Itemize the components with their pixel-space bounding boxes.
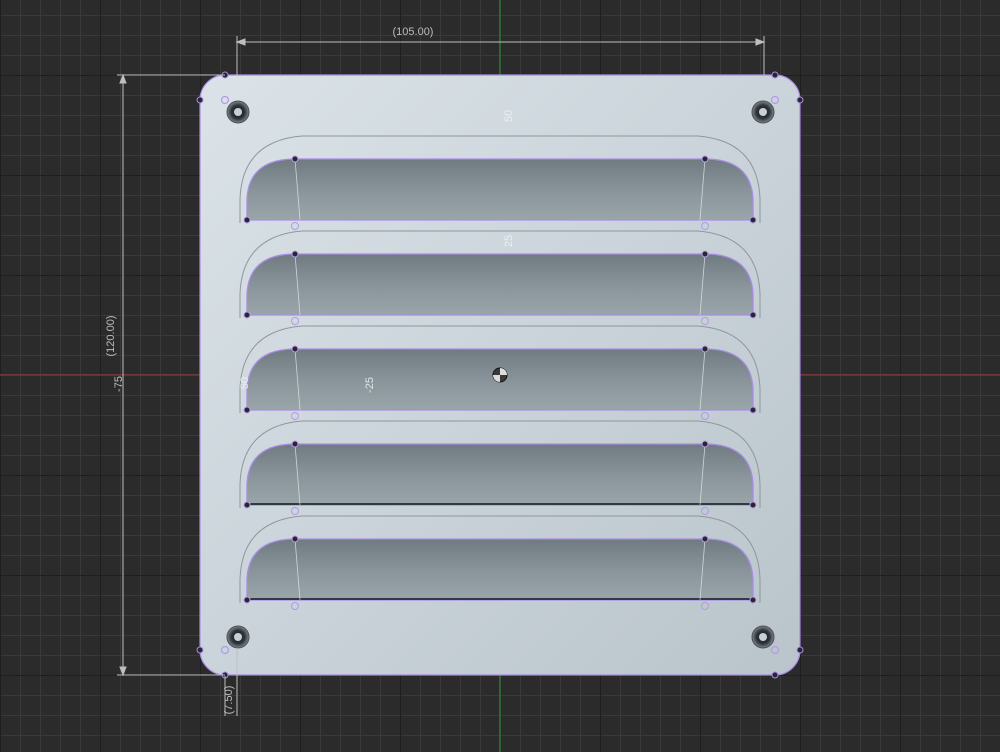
sketch-point[interactable] bbox=[291, 155, 299, 163]
sketch-label-slot[interactable]: 25 bbox=[503, 235, 515, 247]
sketch-point[interactable] bbox=[243, 501, 251, 509]
sketch-point[interactable] bbox=[243, 311, 251, 319]
origin-icon[interactable] bbox=[492, 367, 508, 383]
sketch-label-inner[interactable]: -25 bbox=[364, 377, 376, 393]
sketch-point[interactable] bbox=[749, 406, 757, 414]
sketch-point[interactable] bbox=[243, 406, 251, 414]
mounting-hole-top-right[interactable] bbox=[751, 100, 775, 124]
sketch-point[interactable] bbox=[701, 345, 709, 353]
sketch-point[interactable] bbox=[701, 155, 709, 163]
offset-dimension-label[interactable]: (7.50) bbox=[223, 686, 235, 715]
sketch-point[interactable] bbox=[291, 440, 299, 448]
sketch-point[interactable] bbox=[749, 501, 757, 509]
sketch-point[interactable] bbox=[243, 596, 251, 604]
mounting-hole-bottom-right[interactable] bbox=[751, 625, 775, 649]
sketch-point[interactable] bbox=[701, 535, 709, 543]
sketch-point[interactable] bbox=[701, 250, 709, 258]
width-dimension-label[interactable]: (105.00) bbox=[393, 26, 434, 38]
sketch-label-left[interactable]: 50 bbox=[239, 377, 251, 389]
mounting-hole-top-left[interactable] bbox=[226, 100, 250, 124]
mounting-hole-bottom-left[interactable] bbox=[226, 625, 250, 649]
sketch-point[interactable] bbox=[243, 216, 251, 224]
vertical-offset-label[interactable]: -75 bbox=[113, 376, 125, 392]
sketch-point[interactable] bbox=[291, 345, 299, 353]
sketch-point[interactable] bbox=[749, 596, 757, 604]
sketch-point[interactable] bbox=[291, 535, 299, 543]
sketch-point[interactable] bbox=[749, 311, 757, 319]
sketch-point[interactable] bbox=[291, 250, 299, 258]
sketch-point[interactable] bbox=[701, 440, 709, 448]
height-dimension-label[interactable]: (120.00) bbox=[105, 316, 117, 357]
sketch-point[interactable] bbox=[749, 216, 757, 224]
cad-viewport[interactable]: (105.00) (120.00) -75 (7.50) 50 25 -25 5… bbox=[0, 0, 1000, 752]
sketch-label-top[interactable]: 50 bbox=[503, 110, 515, 122]
